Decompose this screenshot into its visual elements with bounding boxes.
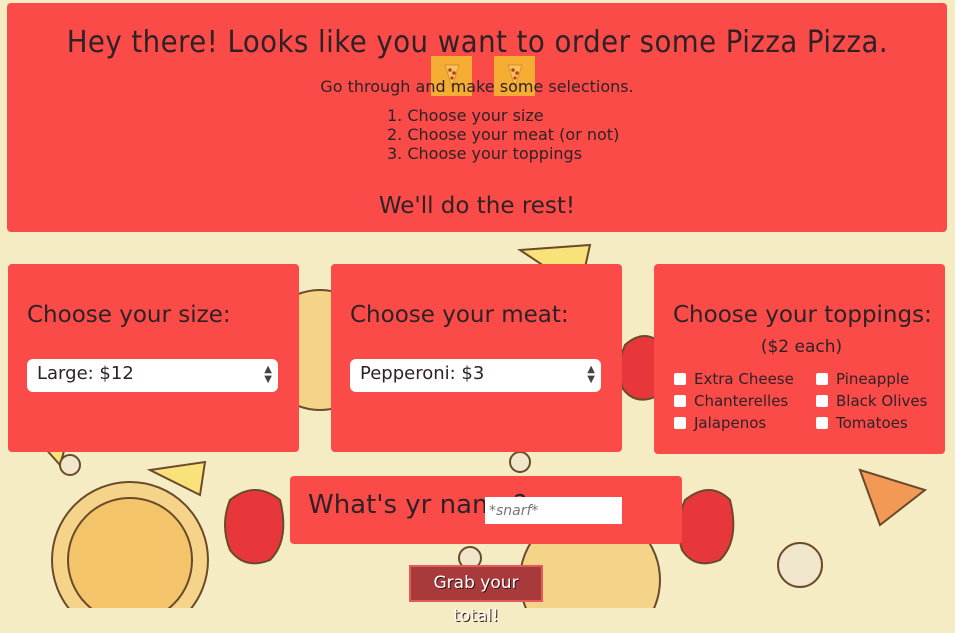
toppings-card: Choose your toppings: ($2 each) Extra Ch… — [654, 264, 945, 454]
topping-label: Jalapenos — [694, 414, 767, 432]
meat-card: Choose your meat: Pepperoni: $3 ▲ ▼ — [331, 264, 622, 452]
closing-text: We'll do the rest! — [378, 193, 576, 219]
topping-label: Extra Cheese — [694, 370, 794, 388]
step-item: 1. Choose your size — [387, 106, 544, 125]
topping-jalapenos[interactable]: Jalapenos — [674, 414, 766, 432]
topping-label: Chanterelles — [694, 392, 789, 410]
page-title-text: Hey there! Looks like you want to order … — [66, 25, 888, 60]
steps-list: 1. Choose your size 2. Choose your meat … — [387, 106, 619, 163]
meat-select[interactable]: Pepperoni: $3 ▲ ▼ — [350, 359, 601, 392]
grab-total-button[interactable]: Grab your total! — [409, 565, 543, 626]
size-select[interactable]: Large: $12 ▲ ▼ — [27, 359, 278, 392]
intro-panel: Hey there! Looks like you want to order … — [7, 3, 947, 232]
select-arrows-icon: ▲ ▼ — [587, 364, 595, 385]
select-arrows-icon: ▲ ▼ — [264, 364, 272, 385]
checkbox[interactable] — [816, 372, 828, 385]
topping-label: Tomatoes — [836, 414, 908, 432]
meat-card-title: Choose your meat: — [350, 302, 569, 328]
topping-extra-cheese[interactable]: Extra Cheese — [674, 370, 794, 388]
step-item: 2. Choose your meat (or not) — [387, 125, 620, 144]
toppings-price-note: ($2 each) — [760, 337, 843, 357]
checkbox[interactable] — [674, 394, 686, 407]
topping-tomatoes[interactable]: Tomatoes — [816, 414, 908, 432]
topping-black-olives[interactable]: Black Olives — [816, 392, 927, 410]
checkbox[interactable] — [816, 416, 828, 429]
step-item: 3. Choose your toppings — [387, 144, 583, 163]
meat-select-value: Pepperoni: $3 — [360, 363, 485, 384]
intro-subtitle: Go through and make some selections. — [320, 77, 634, 96]
size-select-value: Large: $12 — [37, 363, 134, 384]
checkbox[interactable] — [674, 416, 686, 429]
topping-label: Black Olives — [836, 392, 928, 410]
topping-pineapple[interactable]: Pineapple — [816, 370, 909, 388]
toppings-card-title: Choose your toppings: — [673, 302, 932, 328]
name-input[interactable] — [485, 497, 622, 524]
topping-label: Pineapple — [836, 370, 910, 388]
name-card: What's yr name? — [290, 476, 682, 544]
checkbox[interactable] — [674, 372, 686, 385]
topping-chanterelles[interactable]: Chanterelles — [674, 392, 788, 410]
size-card: Choose your size: Large: $12 ▲ ▼ — [8, 264, 299, 452]
checkbox[interactable] — [816, 394, 828, 407]
size-card-title: Choose your size: — [27, 302, 231, 328]
